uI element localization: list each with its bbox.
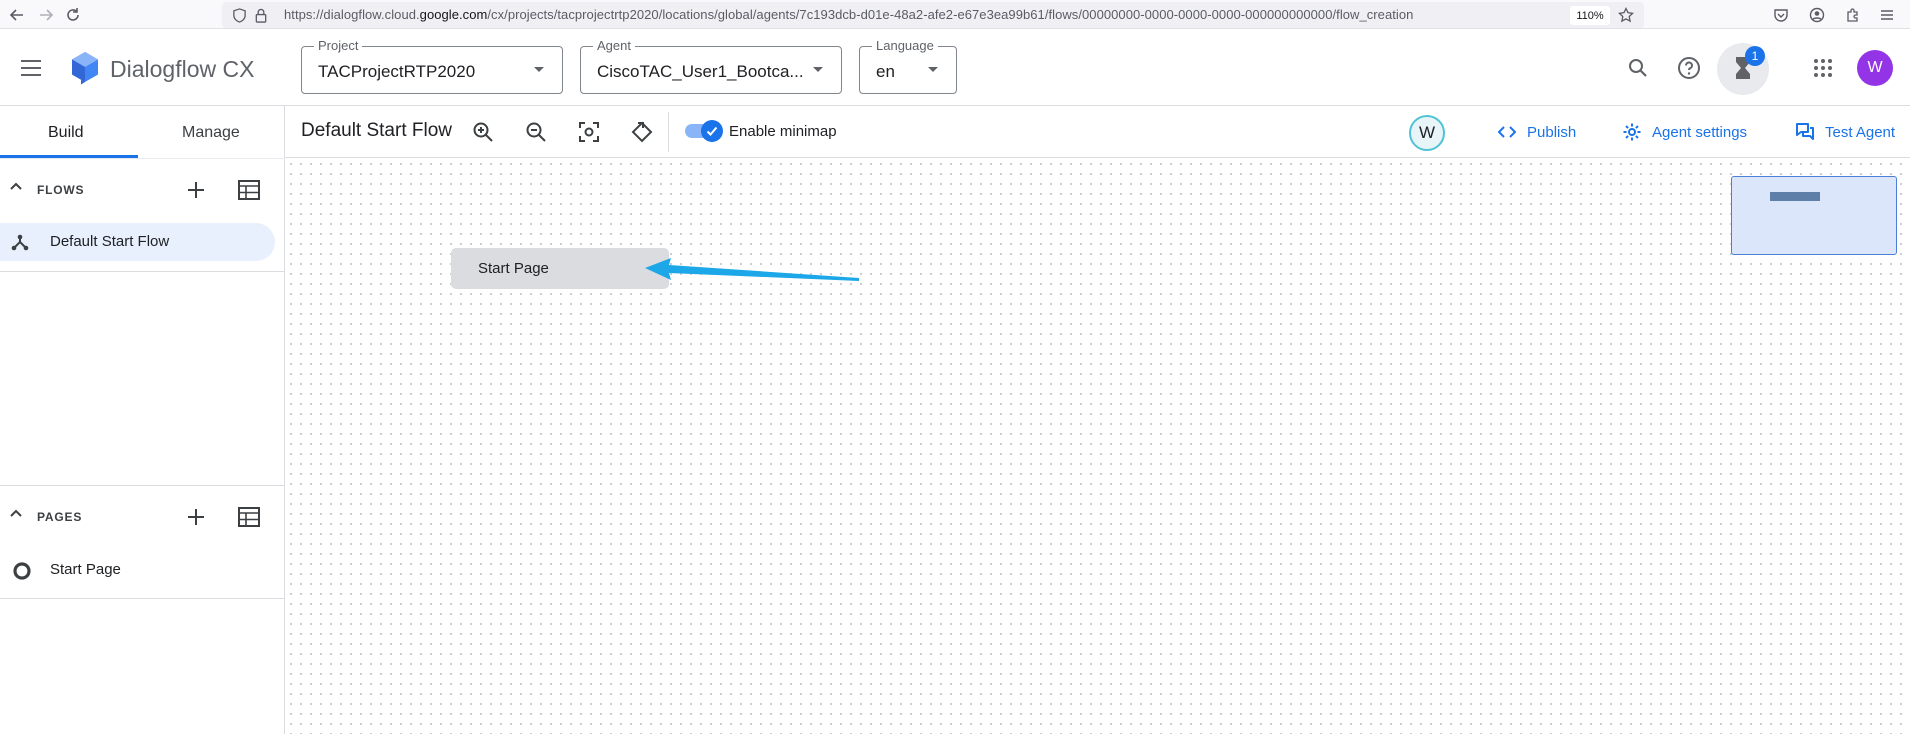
shield-icon[interactable]: [228, 4, 250, 26]
flow-node-label: Start Page: [478, 260, 549, 277]
app-header: Dialogflow CX Project TACProjectRTP2020 …: [0, 29, 1910, 106]
zoom-level[interactable]: 110%: [1570, 6, 1610, 25]
main-menu-icon[interactable]: [16, 53, 46, 83]
tab-build[interactable]: Build: [48, 124, 84, 142]
chat-bubbles-icon: [1794, 121, 1816, 143]
browser-menu-icon[interactable]: [1876, 4, 1898, 26]
pages-section-title: PAGES: [37, 510, 83, 524]
minimap-toggle[interactable]: [685, 120, 723, 142]
flow-canvas[interactable]: Start Page: [286, 159, 1910, 734]
minimap-node: [1770, 192, 1820, 201]
reset-layout-icon[interactable]: [629, 119, 655, 145]
apps-grid-icon[interactable]: [1808, 53, 1838, 83]
agent-selector-label: Agent: [593, 38, 635, 53]
address-bar[interactable]: https://dialogflow.cloud.google.com/cx/p…: [222, 2, 1644, 28]
language-selector-label: Language: [872, 38, 938, 53]
flow-item-default-start-flow[interactable]: Default Start Flow: [0, 223, 275, 261]
fit-to-screen-icon[interactable]: [576, 119, 602, 145]
app-brand-title: Dialogflow CX: [110, 56, 255, 82]
annotation-arrow-icon: [645, 258, 859, 281]
toolbar-separator: [668, 112, 669, 152]
page-item-start-page[interactable]: Start Page: [0, 551, 275, 589]
forward-icon[interactable]: [35, 4, 57, 26]
back-icon[interactable]: [6, 4, 28, 26]
zoom-out-icon[interactable]: [523, 119, 549, 145]
tab-manage[interactable]: Manage: [182, 124, 240, 142]
collaborator-avatar[interactable]: W: [1409, 115, 1445, 151]
project-selector[interactable]: Project TACProjectRTP2020: [301, 38, 563, 94]
flow-branch-icon: [10, 232, 30, 252]
agent-selector[interactable]: Agent CiscoTAC_User1_Bootca...: [580, 38, 842, 94]
pages-top-divider: [0, 485, 285, 486]
pocket-icon[interactable]: [1770, 4, 1792, 26]
user-avatar[interactable]: W: [1857, 50, 1893, 86]
project-selector-label: Project: [314, 38, 363, 53]
extensions-icon[interactable]: [1842, 4, 1864, 26]
pages-table-icon[interactable]: [236, 504, 262, 530]
notification-count-badge: 1: [1745, 46, 1765, 66]
project-selector-value: TACProjectRTP2020: [318, 62, 476, 81]
flow-title: Default Start Flow: [301, 120, 452, 141]
search-icon[interactable]: [1623, 53, 1653, 83]
dialogflow-logo-icon: [70, 51, 100, 85]
flows-section-header: FLOWS: [0, 165, 285, 213]
check-icon: [701, 120, 723, 142]
agent-settings-label: Agent settings: [1652, 123, 1748, 141]
publish-button[interactable]: Publish: [1496, 120, 1576, 144]
flow-node-start-page[interactable]: Start Page: [451, 248, 669, 289]
gear-icon: [1621, 121, 1643, 143]
caret-down-icon: [813, 67, 823, 72]
publish-label: Publish: [1527, 123, 1577, 141]
caret-down-icon: [928, 67, 938, 72]
page-circle-icon: [12, 561, 32, 581]
flows-divider: [0, 271, 285, 272]
minimap-toggle-label: Enable minimap: [729, 123, 837, 140]
panel-tabs: Build Manage: [0, 106, 285, 158]
caret-down-icon: [534, 67, 544, 72]
pages-divider: [0, 598, 285, 599]
reload-icon[interactable]: [62, 4, 84, 26]
flow-toolbar: Default Start Flow Enable minimap W Publ…: [285, 106, 1910, 158]
url-text[interactable]: https://dialogflow.cloud.google.com/cx/p…: [284, 7, 1413, 22]
code-brackets-icon: [1496, 121, 1518, 143]
help-icon[interactable]: [1674, 53, 1704, 83]
language-selector[interactable]: Language en: [859, 38, 957, 94]
flows-section-title: FLOWS: [37, 183, 85, 197]
zoom-in-icon[interactable]: [470, 119, 496, 145]
minimap[interactable]: [1731, 176, 1897, 255]
agent-settings-button[interactable]: Agent settings: [1621, 120, 1747, 144]
agent-selector-value: CiscoTAC_User1_Bootca...: [597, 62, 804, 81]
chevron-up-icon[interactable]: [9, 179, 23, 193]
pages-section-header: PAGES: [0, 492, 285, 540]
add-flow-plus-icon[interactable]: [183, 177, 209, 203]
test-agent-label: Test Agent: [1825, 123, 1896, 141]
account-icon[interactable]: [1806, 4, 1828, 26]
flow-item-label: Default Start Flow: [50, 233, 170, 250]
add-page-plus-icon[interactable]: [183, 504, 209, 530]
test-agent-button[interactable]: Test Agent: [1794, 120, 1895, 144]
tabs-divider: [0, 158, 285, 159]
lock-icon[interactable]: [250, 4, 272, 26]
left-panel: Build Manage FLOWS Default Start Flow PA…: [0, 106, 285, 734]
chevron-up-icon[interactable]: [9, 506, 23, 520]
language-selector-value: en: [876, 62, 895, 81]
star-icon[interactable]: [1615, 4, 1637, 26]
flows-table-icon[interactable]: [236, 177, 262, 203]
page-item-label: Start Page: [50, 561, 121, 578]
browser-toolbar: https://dialogflow.cloud.google.com/cx/p…: [0, 0, 1910, 29]
